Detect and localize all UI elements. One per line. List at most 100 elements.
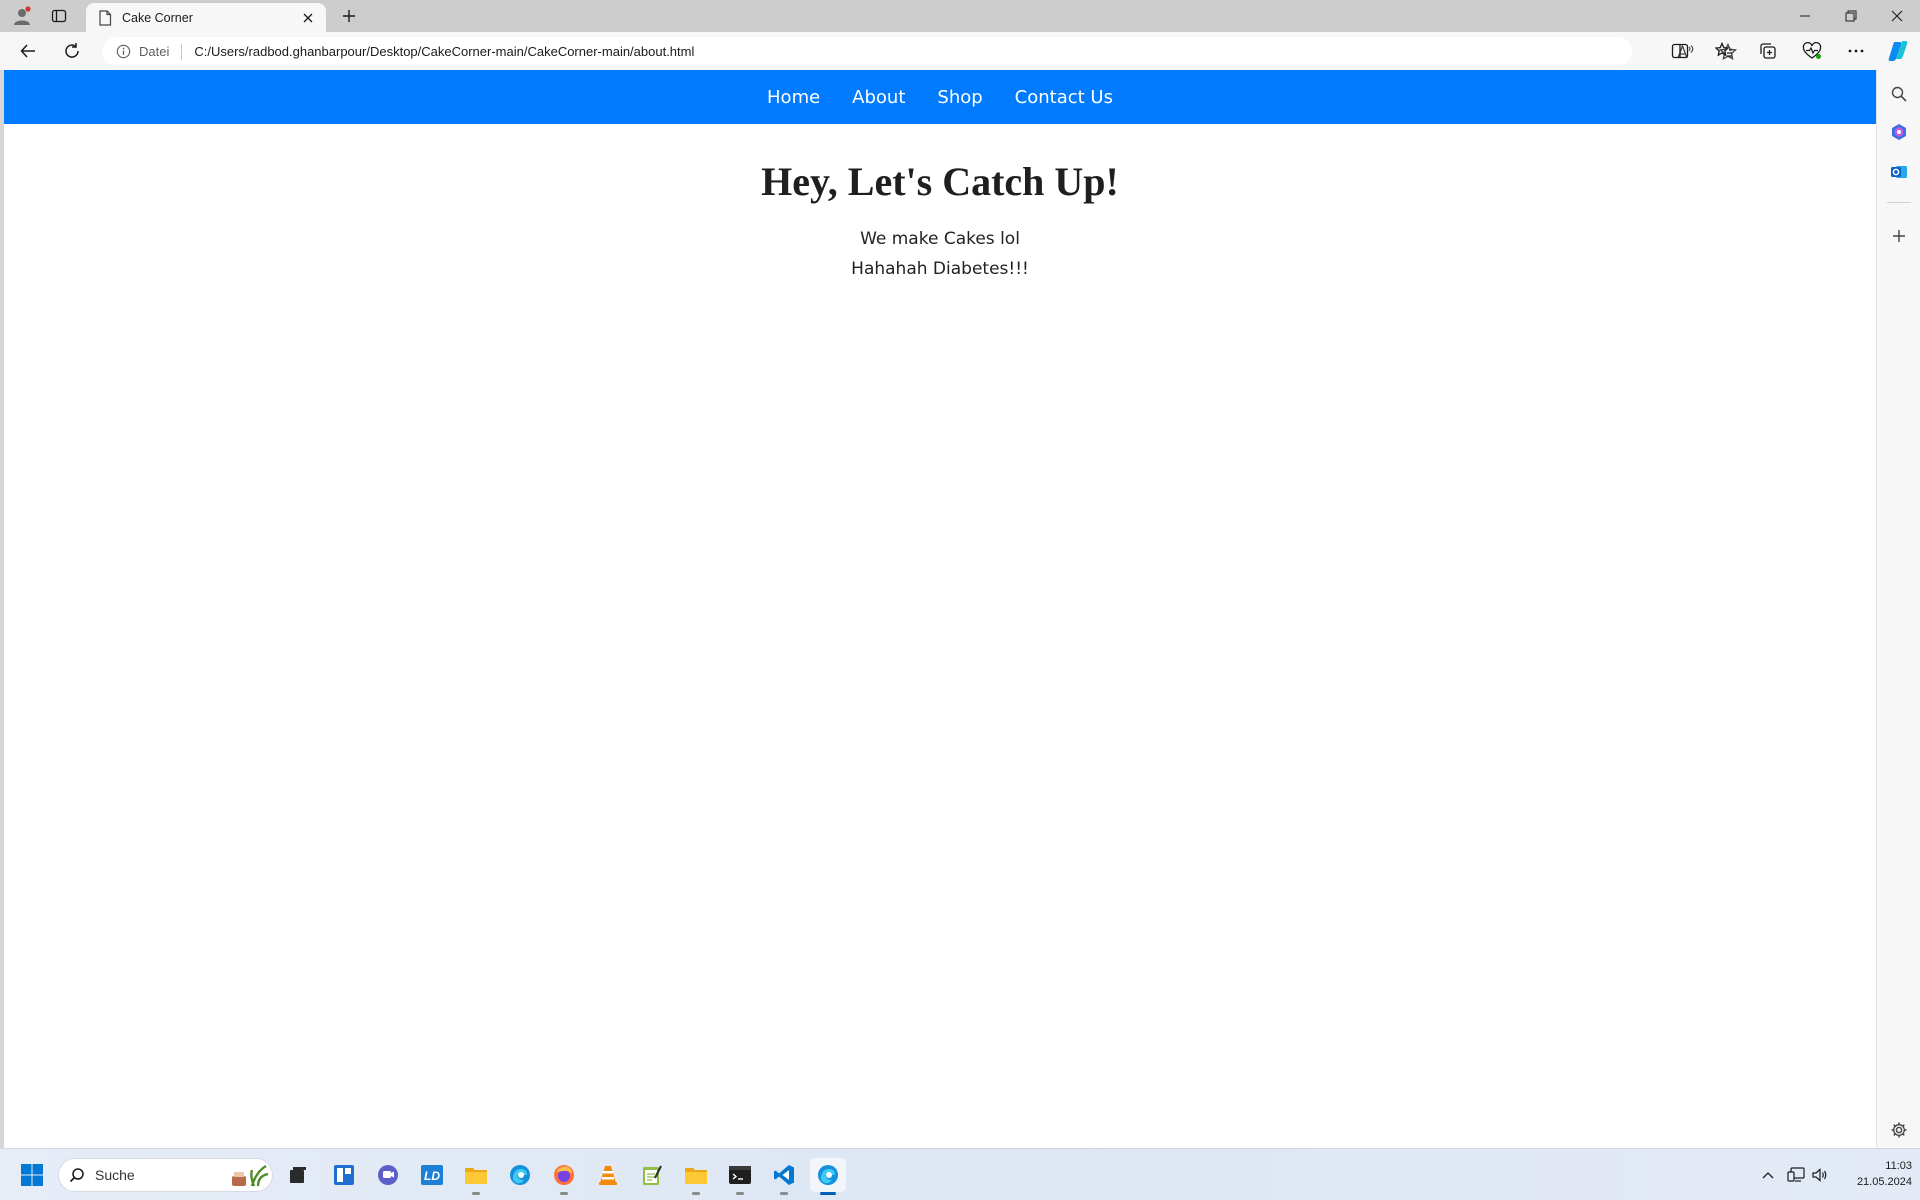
copilot-button[interactable] (1882, 37, 1914, 65)
search-icon (1891, 86, 1907, 102)
taskbar: Suche LD 11:03 21.05.2024 (0, 1148, 1920, 1200)
windows-logo-icon (21, 1164, 43, 1186)
site-navigation: Home About Shop Contact Us (4, 70, 1876, 124)
task-view-icon (290, 1167, 306, 1183)
firefox-icon (554, 1165, 574, 1185)
window-close-button[interactable] (1874, 0, 1920, 32)
minimize-button[interactable] (1782, 0, 1828, 32)
collections-icon (1760, 43, 1776, 59)
tab-title: Cake Corner (122, 10, 193, 25)
profile-icon (14, 6, 31, 25)
plus-icon (1893, 230, 1905, 242)
minimize-icon (1800, 15, 1810, 17)
search-placeholder: Suche (95, 1167, 135, 1183)
nav-link-home[interactable]: Home (767, 87, 820, 108)
page-icon (99, 9, 112, 26)
sidebar-outlook-button[interactable] (1885, 158, 1913, 186)
teams-chat-icon (378, 1165, 398, 1185)
new-tab-button[interactable] (335, 3, 363, 29)
taskbar-clock[interactable]: 11:03 21.05.2024 (1832, 1158, 1912, 1190)
edge-icon (818, 1165, 838, 1185)
arrow-left-icon (20, 44, 35, 58)
favorites-icon (1715, 42, 1732, 57)
taskbar-edge-active[interactable] (810, 1158, 846, 1195)
terminal-icon (729, 1166, 751, 1184)
tagline-text: Hahahah Diabetes!!! (851, 259, 1029, 279)
address-separator (181, 43, 183, 60)
taskbar-vscode[interactable] (766, 1158, 802, 1195)
taskbar-search[interactable]: Suche (58, 1158, 273, 1192)
gear-icon (1891, 1122, 1907, 1138)
tab-cake-corner[interactable]: Cake Corner (86, 3, 326, 32)
more-options-button[interactable] (1840, 37, 1872, 65)
chevron-up-icon (1762, 1172, 1774, 1179)
taskbar-app-ld[interactable]: LD (414, 1158, 450, 1192)
vlc-cone-icon (599, 1166, 617, 1185)
nav-link-shop[interactable]: Shop (937, 87, 982, 108)
site-info-label[interactable]: Datei (139, 44, 169, 59)
browser-essentials-button[interactable] (1796, 37, 1828, 65)
nav-link-about[interactable]: About (852, 87, 905, 108)
sidebar-search-button[interactable] (1885, 80, 1913, 108)
speaker-icon (1812, 1168, 1827, 1182)
taskbar-task-view[interactable] (280, 1158, 316, 1192)
search-icon (69, 1168, 84, 1183)
tray-volume-button[interactable] (1808, 1163, 1832, 1187)
start-button[interactable] (14, 1158, 50, 1192)
heart-pulse-icon (1802, 42, 1822, 59)
tab-actions-icon (51, 9, 67, 23)
profile-avatar-button[interactable] (8, 3, 36, 29)
tray-overflow-button[interactable] (1756, 1163, 1780, 1187)
taskbar-notepad[interactable] (634, 1158, 670, 1192)
tab-actions-button[interactable] (45, 3, 73, 29)
sidebar-add-button[interactable] (1885, 222, 1913, 250)
edge-icon (510, 1165, 530, 1185)
taskbar-widgets[interactable] (326, 1158, 362, 1192)
taskbar-firefox[interactable] (546, 1158, 582, 1195)
ellipsis-icon (1848, 49, 1864, 53)
taskbar-terminal[interactable] (722, 1158, 758, 1195)
close-icon (303, 13, 313, 22)
ld-app-icon: LD (421, 1165, 443, 1185)
search-highlight-icon (232, 1164, 269, 1187)
restore-button[interactable] (1828, 0, 1874, 32)
edge-sidebar (1876, 70, 1920, 1148)
vscode-icon (774, 1165, 794, 1185)
close-icon (1891, 10, 1903, 22)
clock-date: 21.05.2024 (1856, 1176, 1912, 1188)
page-title: Hey, Let's Catch Up! (761, 159, 1119, 204)
reload-button[interactable] (56, 37, 88, 65)
tab-close-button[interactable] (298, 8, 318, 28)
outlook-icon (1891, 166, 1907, 178)
intro-text: We make Cakes lol (860, 229, 1020, 249)
url-text[interactable]: C:/Users/radbod.ghanbarpour/Desktop/Cake… (194, 44, 694, 59)
sidebar-microsoft365-button[interactable] (1885, 118, 1913, 146)
browser-toolbar: Datei C:/Users/radbod.ghanbarpour/Deskto… (0, 32, 1920, 70)
taskbar-file-explorer-2[interactable] (678, 1158, 714, 1195)
split-screen-icon (1671, 43, 1689, 59)
tray-network-button[interactable] (1784, 1163, 1808, 1187)
taskbar-vlc[interactable] (590, 1158, 626, 1192)
notepad-icon (643, 1165, 662, 1185)
split-screen-button[interactable] (1664, 37, 1696, 65)
taskbar-file-explorer[interactable] (458, 1158, 494, 1195)
microsoft365-icon (1892, 124, 1906, 140)
clock-time: 11:03 (1885, 1160, 1912, 1172)
nav-link-contact[interactable]: Contact Us (1015, 87, 1113, 108)
collections-button[interactable] (1752, 37, 1784, 65)
restore-icon (1845, 10, 1857, 22)
favorites-button[interactable] (1708, 37, 1740, 65)
taskbar-teams[interactable] (370, 1158, 406, 1192)
info-icon (116, 44, 131, 59)
sidebar-divider (1887, 202, 1911, 203)
taskbar-edge[interactable] (502, 1158, 538, 1192)
back-button[interactable] (12, 37, 44, 65)
plus-icon (343, 10, 355, 22)
folder-icon (685, 1168, 707, 1184)
reload-icon (65, 43, 79, 58)
page-viewport: Home About Shop Contact Us Hey, Let's Ca… (4, 70, 1876, 1148)
copilot-icon (1888, 41, 1908, 61)
sidebar-settings-button[interactable] (1885, 1116, 1913, 1144)
network-icon (1787, 1167, 1805, 1182)
address-bar[interactable]: Datei C:/Users/radbod.ghanbarpour/Deskto… (102, 37, 1737, 66)
